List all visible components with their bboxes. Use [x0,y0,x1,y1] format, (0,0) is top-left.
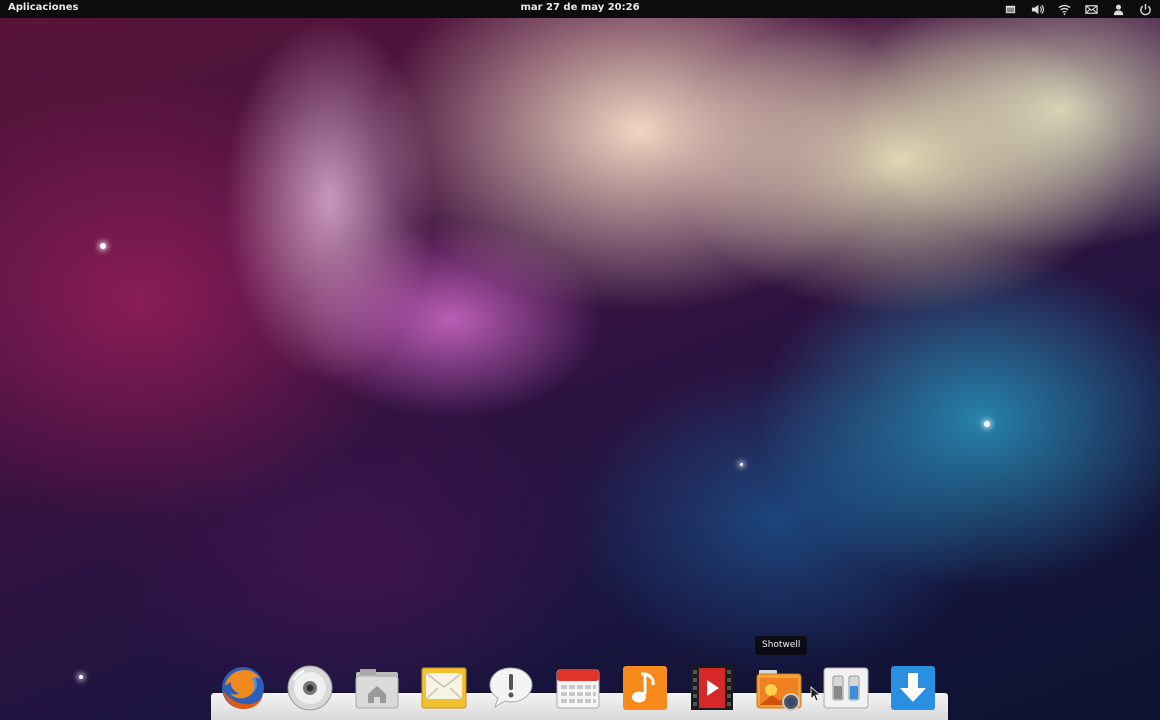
dock-item-notifications[interactable] [487,664,535,716]
mouse-cursor-icon [810,686,820,702]
top-panel: Aplicaciones mar 27 de may 20:26 [0,0,1160,18]
firefox-icon [222,667,264,709]
disc-icon [287,665,333,711]
dock-tooltip: Shotwell [755,636,808,655]
dock-item-videos[interactable] [688,664,736,716]
photo-camera-icon [756,670,802,711]
download-arrow-icon [891,666,935,710]
dock-item-shotwell[interactable] [755,664,803,716]
dock-item-mail[interactable] [420,664,468,716]
mail-envelope-icon [421,667,467,709]
switches-icon [823,667,869,709]
power-icon[interactable] [1137,1,1154,17]
star [740,463,743,466]
window-icon[interactable] [1002,1,1019,17]
clock[interactable]: mar 27 de may 20:26 [0,2,1160,13]
dock [219,664,937,716]
dock-item-music[interactable] [621,664,669,716]
user-icon[interactable] [1110,1,1127,17]
speech-bubble-icon [489,667,533,709]
home-folder-icon [355,669,399,709]
dock-item-disc[interactable] [286,664,334,716]
music-note-icon [623,666,667,710]
dock-item-calendar[interactable] [554,664,602,716]
star [100,243,106,249]
calendar-icon [556,669,600,709]
dock-item-software-center[interactable] [889,664,937,716]
dock-item-settings[interactable] [822,664,870,716]
volume-icon[interactable] [1029,1,1046,17]
star [984,421,990,427]
mail-icon[interactable] [1083,1,1100,17]
indicator-area [1002,1,1154,17]
dock-item-firefox[interactable] [219,664,267,716]
wifi-icon[interactable] [1056,1,1073,17]
dock-item-files[interactable] [353,664,401,716]
video-film-icon [691,666,733,710]
star [79,675,83,679]
